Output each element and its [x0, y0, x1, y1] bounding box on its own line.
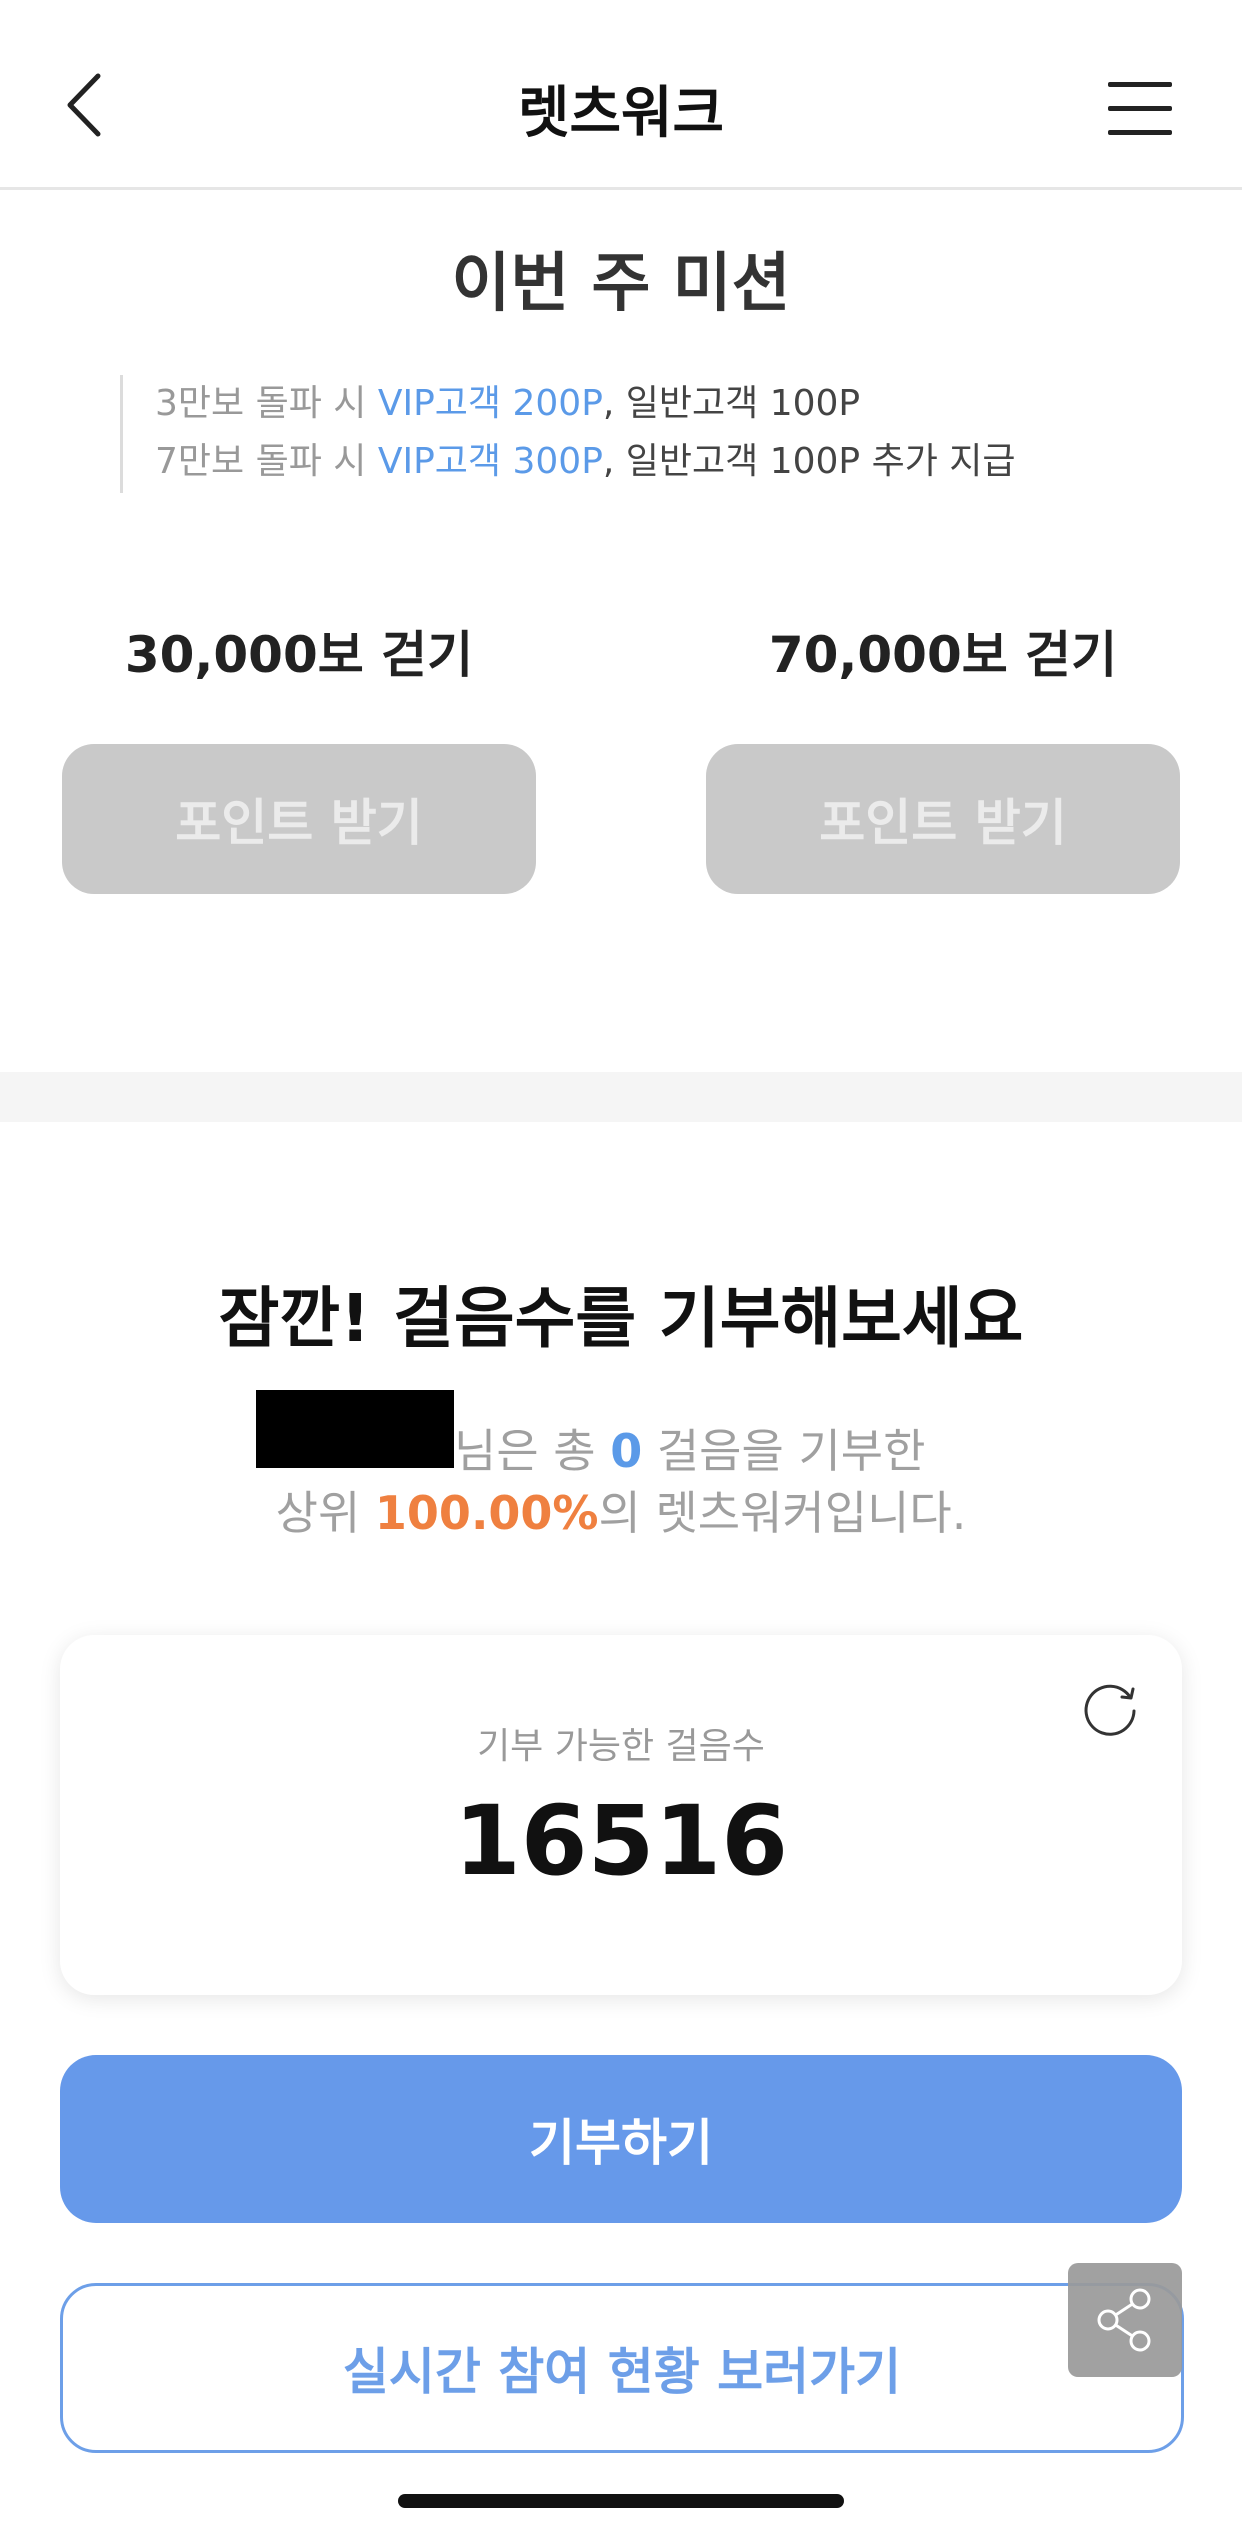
available-steps-label: 기부 가능한 걸음수	[477, 1726, 765, 1767]
desc-prefix: 7만보 돌파 시	[155, 441, 378, 482]
available-steps-value: 16516	[454, 1785, 788, 1897]
mission-desc-line-2: 7만보 돌파 시 VIP고객 300P, 일반고객 100P 추가 지급	[155, 433, 1016, 491]
desc-normal-reward: , 일반고객 100P 추가 지급	[602, 441, 1016, 482]
section-divider	[0, 1072, 1242, 1122]
donation-summary-line-1: 님은 총 0 걸음을 기부한	[454, 1415, 925, 1481]
mission-description: 3만보 돌파 시 VIP고객 200P, 일반고객 100P 7만보 돌파 시 …	[120, 375, 1016, 493]
share-icon	[1097, 2288, 1151, 2352]
claim-points-button-30000[interactable]: 포인트 받기	[62, 744, 536, 894]
summary-text: 상위	[275, 1486, 375, 1540]
goal-label-30000: 30,000보 걷기	[124, 626, 474, 684]
menu-button[interactable]	[1108, 80, 1184, 140]
mission-desc-line-1: 3만보 돌파 시 VIP고객 200P, 일반고객 100P	[155, 375, 1016, 433]
rank-percent: 100.00%	[374, 1486, 599, 1540]
goal-label-70000: 70,000보 걷기	[768, 626, 1118, 684]
donation-summary-line-2: 상위 100.00%의 렛츠워커입니다.	[0, 1477, 1242, 1543]
refresh-icon[interactable]	[1078, 1675, 1144, 1741]
donate-button[interactable]: 기부하기	[60, 2055, 1182, 2223]
desc-normal-reward: , 일반고객 100P	[602, 383, 861, 424]
claim-points-button-70000[interactable]: 포인트 받기	[706, 744, 1180, 894]
app-header: 렛츠워크	[0, 0, 1242, 190]
desc-vip-reward: VIP고객 200P	[377, 383, 603, 424]
summary-text: 의 렛츠워커입니다.	[598, 1486, 967, 1540]
summary-text: 걸음을 기부한	[642, 1424, 926, 1478]
live-status-button[interactable]: 실시간 참여 현황 보러가기	[60, 2283, 1184, 2453]
desc-prefix: 3만보 돌파 시	[155, 383, 378, 424]
share-button[interactable]	[1068, 2263, 1182, 2377]
desc-vip-reward: VIP고객 300P	[377, 441, 603, 482]
redacted-username	[256, 1390, 454, 1468]
home-indicator	[398, 2494, 844, 2508]
available-steps-card: 기부 가능한 걸음수 16516	[60, 1635, 1182, 1995]
mission-title: 이번 주 미션	[451, 247, 791, 321]
donation-title: 잠깐! 걸음수를 기부해보세요	[218, 1280, 1024, 1357]
donated-steps-count: 0	[610, 1424, 643, 1478]
summary-text: 님은 총	[454, 1424, 611, 1478]
page-title: 렛츠워크	[517, 81, 725, 146]
